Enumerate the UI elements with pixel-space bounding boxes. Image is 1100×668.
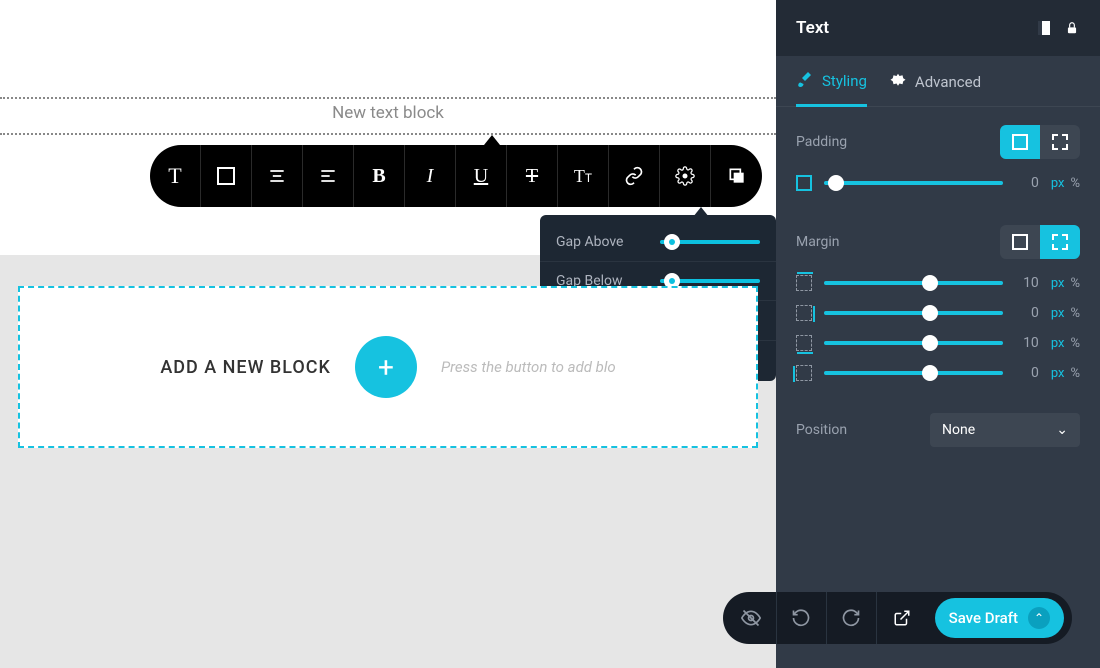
- strikethrough-button[interactable]: T: [507, 145, 558, 207]
- chevron-down-icon: ⌄: [1056, 422, 1068, 438]
- brush-icon: [796, 72, 814, 90]
- align-left-button[interactable]: [303, 145, 354, 207]
- text-transform-button[interactable]: TT: [558, 145, 609, 207]
- save-draft-button[interactable]: Save Draft ⌃: [935, 598, 1064, 638]
- text-block-label: New text block: [0, 103, 776, 123]
- margin-right-slider[interactable]: [824, 303, 1003, 323]
- gap-above-row: Gap Above: [540, 223, 776, 262]
- align-center-button[interactable]: [252, 145, 303, 207]
- margin-top-slider[interactable]: [824, 273, 1003, 293]
- margin-left-row: 0 px%: [796, 363, 1080, 383]
- padding-all-icon: [796, 175, 812, 191]
- margin-section: Margin 10 px% 0 px% 10 px% 0: [776, 207, 1100, 397]
- text-toolbar: T B I U T TT: [150, 145, 762, 207]
- properties-sidebar: Text Styling Advanced Padding 0 px%: [776, 0, 1100, 668]
- padding-mode-toggle[interactable]: [1000, 125, 1080, 159]
- gear-icon: [889, 73, 907, 91]
- add-block-zone[interactable]: ADD A NEW BLOCK + Press the button to ad…: [18, 286, 758, 448]
- gap-above-slider[interactable]: [660, 234, 760, 250]
- margin-bottom-icon: [796, 335, 812, 351]
- add-block-button[interactable]: +: [355, 336, 417, 398]
- visibility-icon[interactable]: [727, 592, 777, 644]
- margin-left-slider[interactable]: [824, 363, 1003, 383]
- padding-units[interactable]: px%: [1051, 176, 1080, 191]
- editor-canvas: New text block T B I U T TT Gap Above Ga…: [0, 0, 776, 668]
- margin-left-icon: [796, 365, 812, 381]
- margin-mode-toggle[interactable]: [1000, 225, 1080, 259]
- bold-button[interactable]: B: [354, 145, 405, 207]
- position-select[interactable]: None ⌄: [930, 413, 1080, 447]
- margin-bottom-slider[interactable]: [824, 333, 1003, 353]
- sidebar-header: Text: [776, 0, 1100, 56]
- margin-linked-icon[interactable]: [1000, 225, 1040, 259]
- undo-icon[interactable]: [777, 592, 827, 644]
- link-button[interactable]: [609, 145, 660, 207]
- padding-section: Padding 0 px%: [776, 107, 1100, 207]
- margin-unlinked-icon[interactable]: [1040, 225, 1080, 259]
- padding-slider-row: 0 px%: [796, 173, 1080, 193]
- italic-button[interactable]: I: [405, 145, 456, 207]
- lock-icon[interactable]: [1064, 20, 1080, 36]
- margin-right-icon: [796, 305, 812, 321]
- copy-button[interactable]: [711, 145, 762, 207]
- padding-unlinked-icon[interactable]: [1040, 125, 1080, 159]
- margin-top-icon: [796, 275, 812, 291]
- margin-right-row: 0 px%: [796, 303, 1080, 323]
- position-row: Position None ⌄: [776, 397, 1100, 463]
- margin-top-row: 10 px%: [796, 273, 1080, 293]
- external-icon[interactable]: [877, 592, 927, 644]
- tab-advanced[interactable]: Advanced: [889, 72, 981, 106]
- padding-linked-icon[interactable]: [1000, 125, 1040, 159]
- duplicate-icon[interactable]: [1036, 20, 1052, 36]
- font-family-button[interactable]: T: [150, 145, 201, 207]
- underline-button[interactable]: U: [456, 145, 507, 207]
- margin-bottom-row: 10 px%: [796, 333, 1080, 353]
- settings-button[interactable]: [660, 145, 711, 207]
- bottom-toolbar: Save Draft ⌃: [723, 592, 1072, 644]
- tab-styling[interactable]: Styling: [796, 72, 867, 107]
- color-button[interactable]: [201, 145, 252, 207]
- padding-slider[interactable]: [824, 173, 1003, 193]
- redo-icon[interactable]: [827, 592, 877, 644]
- sidebar-tabs: Styling Advanced: [776, 56, 1100, 107]
- sidebar-title: Text: [796, 18, 829, 38]
- chevron-up-icon[interactable]: ⌃: [1028, 607, 1050, 629]
